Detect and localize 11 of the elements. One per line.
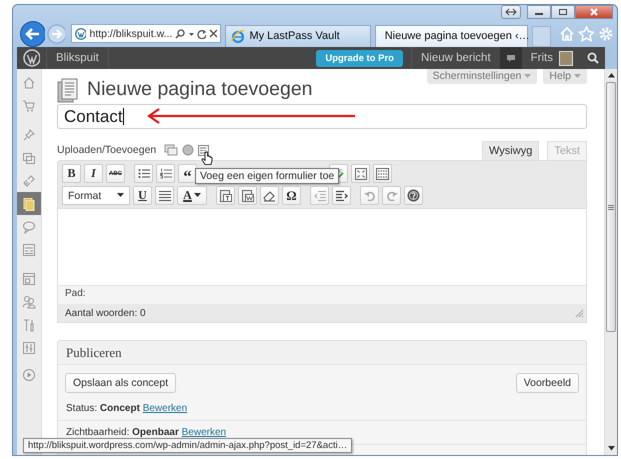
tab-title: Nieuwe pagina toevoegen ‹… [384,30,530,42]
page-heading: Nieuwe pagina toevoegen [87,78,313,101]
tab-title: My LastPass Vault [249,30,341,42]
status-url-tooltip: http://blikspuit.wordpress.com/wp-admin/admin-ajax.php?post_id=27&acti… [23,438,352,453]
word-count: Aantal woorden: 0 [65,308,146,318]
address-text: http://blikspuit.w... [89,28,172,40]
tooltip: Voeg een eigen formulier toe [195,168,340,184]
upload-label: Uploaden/Toevoegen [57,144,156,156]
status-line: Status: Concept Bewerken [58,397,586,421]
panel-title: Publiceren [66,344,122,360]
path-label: Pad: [65,288,86,299]
